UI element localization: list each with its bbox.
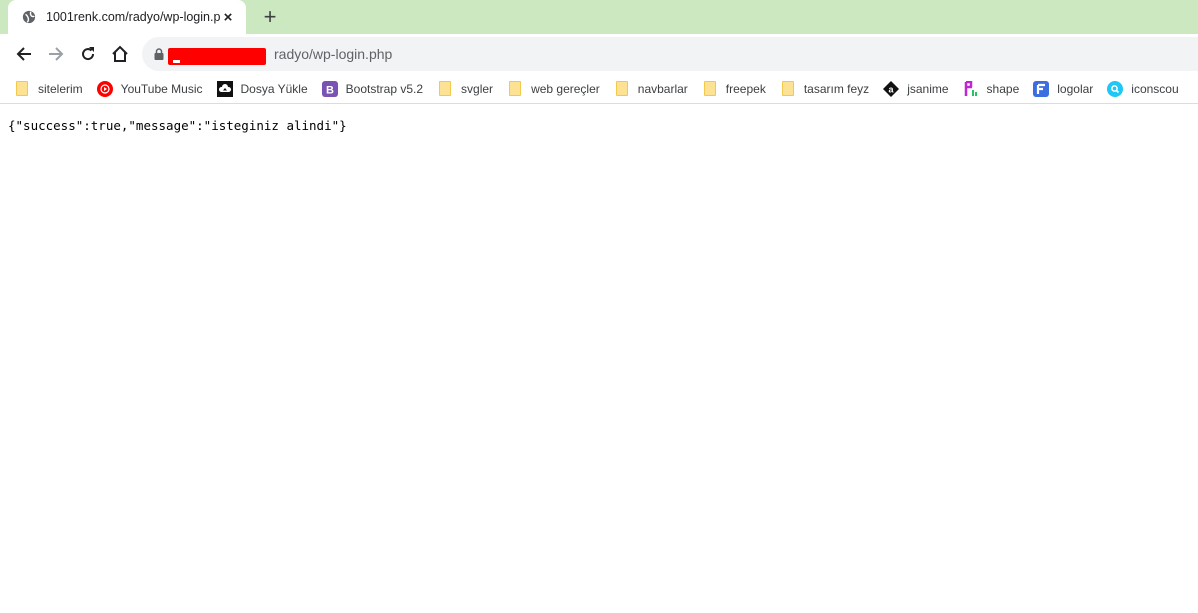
bookmark-label: Bootstrap v5.2 [345, 81, 424, 96]
bookmarks-bar: sitelerim YouTube Music Dosya Yükle B Bootst… [0, 74, 1198, 104]
tab-strip: 1001renk.com/radyo/wp-login.p × + [0, 0, 1198, 34]
redaction-mark [168, 48, 266, 65]
upload-cloud-icon [216, 80, 233, 97]
bookmark-label: jsanime [907, 81, 949, 96]
iconscout-icon [1107, 80, 1124, 97]
forward-button[interactable] [40, 38, 72, 70]
tab-active[interactable]: 1001renk.com/radyo/wp-login.p × [8, 0, 246, 34]
folder-icon [614, 81, 630, 97]
bookmark-label: YouTube Music [120, 81, 203, 96]
tab-title: 1001renk.com/radyo/wp-login.p [46, 10, 220, 24]
folder-icon [780, 81, 796, 97]
bookmark-item[interactable]: shape [963, 75, 1020, 103]
logolar-icon [1033, 80, 1050, 97]
shape-icon [963, 80, 979, 97]
folder-icon [437, 81, 453, 97]
json-response: {"success":true,"message":"isteginiz ali… [8, 118, 347, 133]
svg-text:B: B [326, 84, 334, 96]
bookmark-item[interactable]: tasarım feyz [780, 75, 869, 103]
bookmark-item[interactable]: YouTube Music [96, 75, 203, 103]
bookmark-label: freepek [725, 81, 766, 96]
bookmark-item[interactable]: iconscou [1107, 75, 1179, 103]
home-button[interactable] [104, 38, 136, 70]
bootstrap-icon: B [321, 80, 338, 97]
bookmark-item[interactable]: a jsanime [883, 75, 949, 103]
youtube-music-icon [96, 80, 113, 97]
reload-icon [82, 47, 95, 61]
bookmark-label: iconscou [1131, 81, 1179, 96]
home-icon [112, 45, 128, 62]
bookmark-item[interactable]: navbarlar [614, 75, 688, 103]
forward-icon [49, 47, 64, 61]
bookmark-item[interactable]: B Bootstrap v5.2 [321, 75, 424, 103]
bookmark-item[interactable]: web gereçler [507, 75, 600, 103]
bookmark-label: shape [986, 81, 1020, 96]
tab-close-button[interactable]: × [220, 9, 236, 26]
jsanime-icon: a [883, 80, 900, 97]
globe-icon [22, 10, 36, 24]
folder-icon [14, 81, 30, 97]
folder-icon [507, 81, 523, 97]
back-icon [16, 47, 31, 61]
page-content: {"success":true,"message":"isteginiz ali… [0, 104, 1198, 147]
bookmark-label: navbarlar [637, 81, 688, 96]
redaction-mark-detail [173, 60, 180, 63]
folder-icon [702, 81, 718, 97]
new-tab-button[interactable]: + [258, 4, 282, 29]
address-bar[interactable]: radyo/wp-login.php [142, 37, 1198, 71]
bookmark-label: sitelerim [38, 81, 83, 96]
bookmark-item[interactable]: logolar [1033, 75, 1093, 103]
bookmark-label: tasarım feyz [803, 81, 870, 96]
lock-icon [154, 48, 164, 60]
bookmark-item[interactable]: sitelerim [14, 75, 83, 103]
bookmark-label: svgler [461, 81, 494, 96]
bookmark-item[interactable]: freepek [702, 75, 766, 103]
bookmark-label: logolar [1057, 81, 1094, 96]
reload-button[interactable] [72, 38, 104, 70]
back-button[interactable] [8, 38, 40, 70]
bookmark-label: Dosya Yükle [240, 81, 308, 96]
bookmark-label: web gereçler [531, 81, 600, 96]
bookmark-item[interactable]: svgler [437, 75, 493, 103]
bookmark-item[interactable]: Dosya Yükle [216, 75, 308, 103]
